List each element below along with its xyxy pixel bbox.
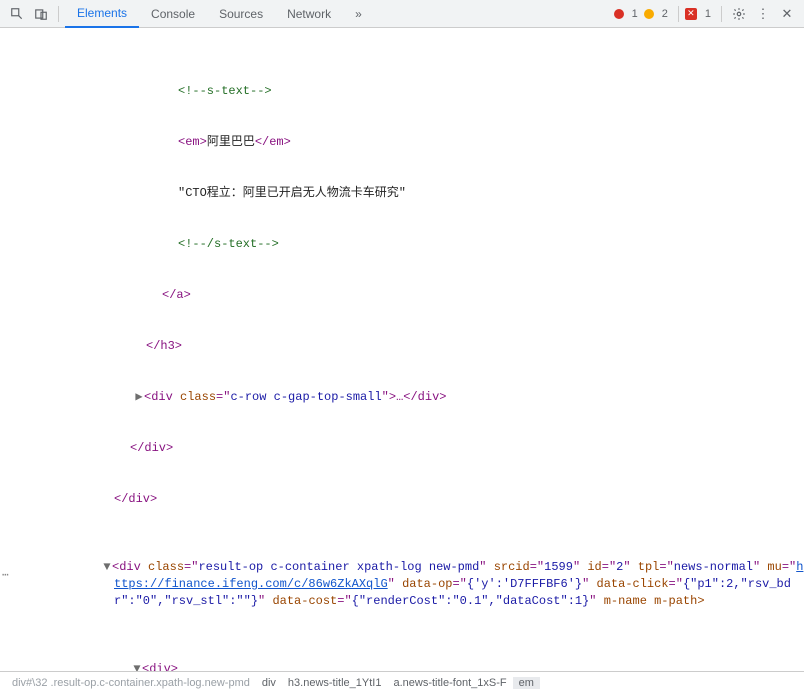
tab-sources[interactable]: Sources [207,0,275,28]
a-close-tag[interactable]: </a> [162,288,191,302]
warning-icon [644,9,654,19]
crumb-container[interactable]: div#\32 .result-op.c-container.xpath-log… [6,677,256,689]
inspect-icon[interactable] [6,3,28,25]
result-op-div[interactable]: ▼<div class="result-op c-container xpath… [24,559,804,610]
settings-gear-icon[interactable] [728,3,750,25]
attr-name: class [180,390,216,404]
tab-console[interactable]: Console [139,0,207,28]
breadcrumb[interactable]: div#\32 .result-op.c-container.xpath-log… [0,671,804,693]
close-icon[interactable]: ✕ [776,3,798,25]
div-close-tag[interactable]: </div> [114,492,157,506]
separator [678,6,679,22]
div-close-tag[interactable]: </div> [130,441,173,455]
attr-value: c-row c-gap-top-small [230,390,381,404]
h3-close-tag[interactable]: </h3> [146,339,182,353]
dom-tree[interactable]: <!--s-text--> <em>阿里巴巴</em> "CTO程立：阿里已开启… [0,32,804,671]
em-close-tag[interactable]: </em> [255,135,291,149]
separator [721,6,722,22]
div-tag[interactable]: <div> [142,662,178,671]
elements-panel[interactable]: ⋯ <!--s-text--> <em>阿里巴巴</em> "CTO程立：阿里已… [0,28,804,671]
expand-triangle-icon[interactable]: ▼ [132,661,142,671]
crumb-a[interactable]: a.news-title-font_1xS-F [387,677,512,689]
extension-error-badge[interactable]: ✕ 1 [685,8,711,20]
expand-triangle-icon[interactable]: ▶ [134,389,144,406]
tab-network[interactable]: Network [275,0,343,28]
gutter-expand-icon[interactable]: ⋯ [2,568,10,582]
text-node[interactable]: 阿里巴巴 [207,135,255,149]
tabs-overflow[interactable]: » [343,0,374,28]
devtools-toolbar: Elements Console Sources Network » 1 2 ✕… [0,0,804,28]
crumb-em[interactable]: em [513,677,540,689]
console-error-badge[interactable]: 1 2 [614,8,668,20]
crumb-h3[interactable]: h3.news-title_1YtI1 [282,677,388,689]
device-toggle-icon[interactable] [30,3,52,25]
tab-elements[interactable]: Elements [65,0,139,28]
kebab-menu-icon[interactable]: ⋮ [752,3,774,25]
separator [58,6,59,22]
text-node[interactable]: "CTO程立：阿里已开启无人物流卡车研究" [178,186,406,200]
comment-node: <!--/s-text--> [178,237,279,251]
comment-node: <!--s-text--> [178,84,272,98]
crumb-div[interactable]: div [256,677,282,689]
error-count: 1 [632,8,638,20]
panel-tabs: Elements Console Sources Network » [65,0,374,28]
ext-error-icon: ✕ [685,8,697,20]
expand-triangle-icon[interactable]: ▼ [102,559,112,576]
error-icon [614,9,624,19]
tag-end: ">…</div> [382,390,447,404]
div-tag[interactable]: <div [144,390,180,404]
em-open-tag[interactable]: <em> [178,135,207,149]
ext-error-count: 1 [705,8,711,20]
warning-count: 2 [662,8,668,20]
